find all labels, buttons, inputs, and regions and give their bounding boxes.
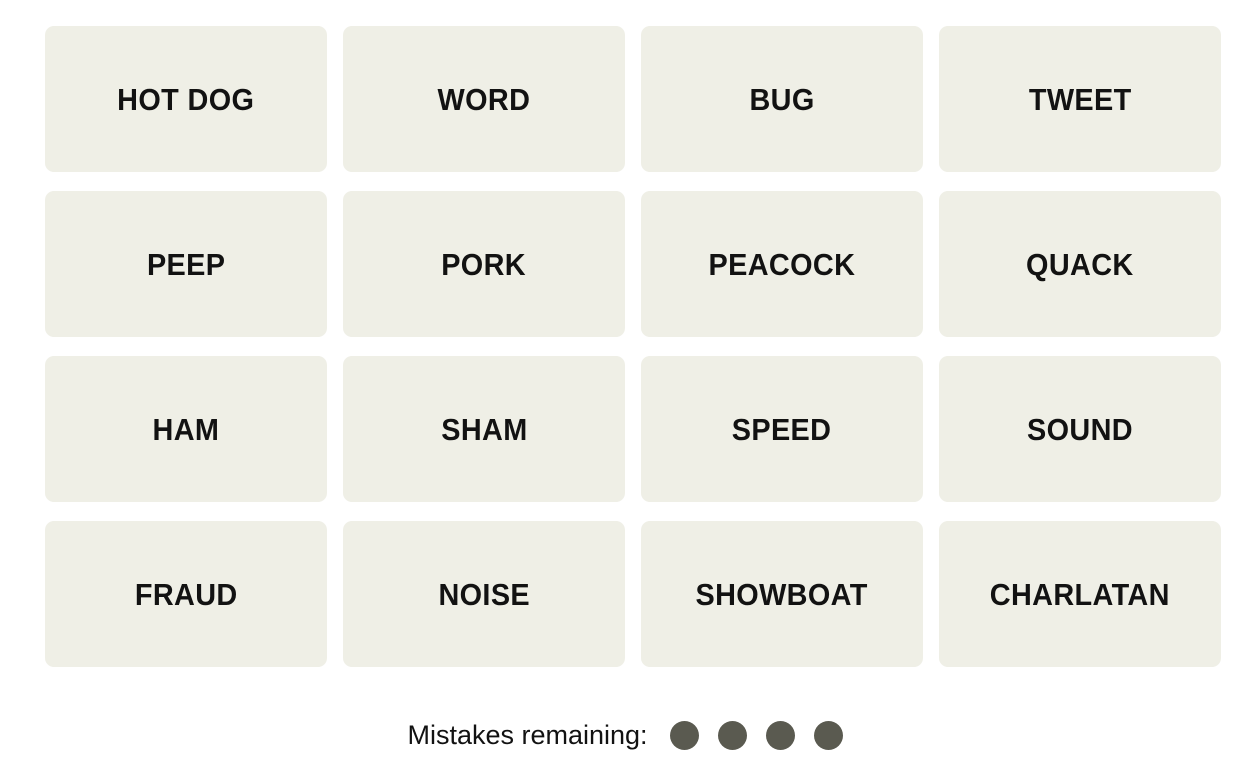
word-tile-label: PORK bbox=[441, 246, 527, 282]
mistake-dot-icon bbox=[669, 720, 699, 750]
word-tile-label: QUACK bbox=[1026, 246, 1134, 282]
word-tile-label: HOT DOG bbox=[117, 81, 255, 117]
word-tile[interactable]: BUG bbox=[641, 26, 923, 172]
mistake-dot-icon bbox=[717, 720, 747, 750]
word-tile[interactable]: HAM bbox=[45, 356, 327, 502]
word-tile-label: BUG bbox=[749, 81, 815, 117]
word-tile[interactable]: TWEET bbox=[939, 26, 1221, 172]
word-tile[interactable]: HOT DOG bbox=[45, 26, 327, 172]
word-tile[interactable]: SHOWBOAT bbox=[641, 521, 923, 667]
word-tile[interactable]: PORK bbox=[343, 191, 625, 337]
word-tile-label: SOUND bbox=[1027, 411, 1133, 447]
word-tile-label: PEEP bbox=[146, 246, 226, 282]
word-tile-label: SHAM bbox=[440, 411, 528, 447]
word-tile[interactable]: NOISE bbox=[343, 521, 625, 667]
mistakes-remaining-label: Mistakes remaining: bbox=[407, 719, 648, 750]
connections-game-board: HOT DOG WORD BUG TWEET PEEP PORK PEACOCK QUACK H… bbox=[0, 0, 1250, 772]
mistakes-remaining-bar: Mistakes remaining: bbox=[0, 712, 1250, 758]
word-tile-label: FRAUD bbox=[134, 576, 238, 612]
word-tile[interactable]: PEEP bbox=[45, 191, 327, 337]
word-tile-label: SHOWBOAT bbox=[695, 576, 869, 612]
word-tile[interactable]: WORD bbox=[343, 26, 625, 172]
word-tile-label: WORD bbox=[437, 81, 531, 117]
mistake-dot-icon bbox=[813, 720, 843, 750]
mistakes-dot-group bbox=[669, 720, 843, 750]
word-tile[interactable]: CHARLATAN bbox=[939, 521, 1221, 667]
word-tile[interactable]: SOUND bbox=[939, 356, 1221, 502]
word-tile-label: SPEED bbox=[732, 411, 832, 447]
word-tile-label: HAM bbox=[152, 411, 220, 447]
word-tile-grid: HOT DOG WORD BUG TWEET PEEP PORK PEACOCK QUACK H… bbox=[45, 26, 1221, 667]
word-tile[interactable]: PEACOCK bbox=[641, 191, 923, 337]
word-tile[interactable]: FRAUD bbox=[45, 521, 327, 667]
word-tile[interactable]: SPEED bbox=[641, 356, 923, 502]
mistake-dot-icon bbox=[765, 720, 795, 750]
word-tile-label: NOISE bbox=[438, 576, 530, 612]
word-tile-label: PEACOCK bbox=[708, 246, 856, 282]
word-tile-label: TWEET bbox=[1028, 81, 1132, 117]
word-tile-label: CHARLATAN bbox=[989, 576, 1171, 612]
word-tile[interactable]: QUACK bbox=[939, 191, 1221, 337]
word-tile[interactable]: SHAM bbox=[343, 356, 625, 502]
